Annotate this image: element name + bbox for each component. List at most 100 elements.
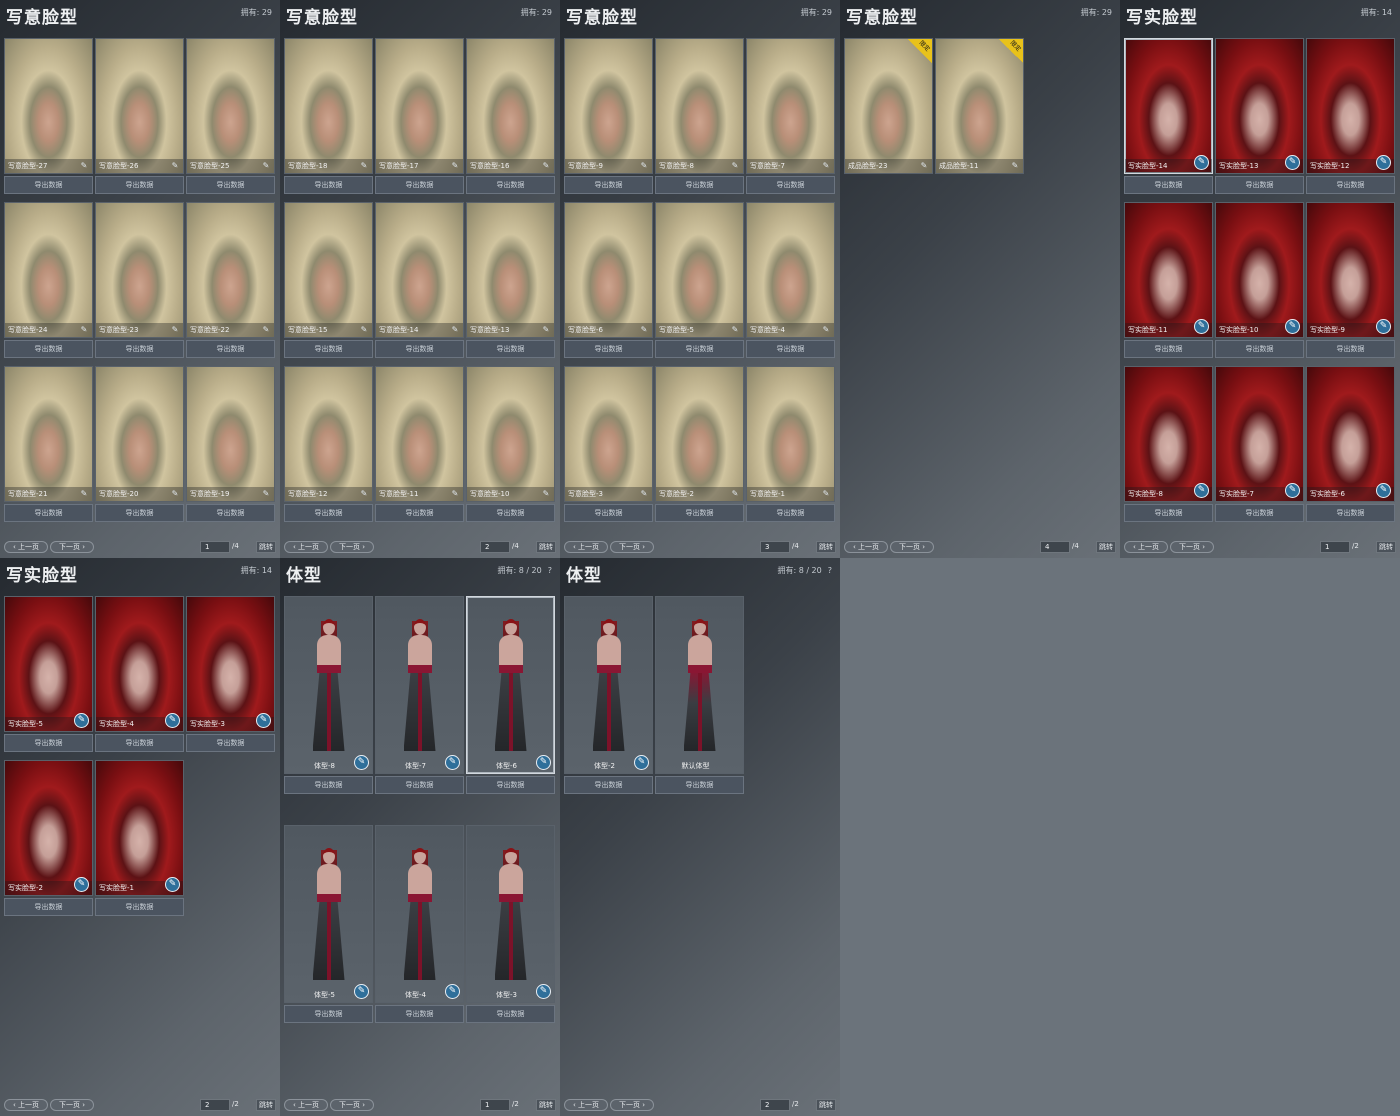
body-card[interactable]: 体型-8 ✎	[284, 596, 373, 774]
pen-icon[interactable]: ✎	[169, 324, 181, 336]
face-card[interactable]: 写意脸型-15 ✎	[284, 202, 373, 338]
pen-icon[interactable]: ✎	[1285, 483, 1300, 498]
export-button[interactable]: 导出数据	[284, 176, 373, 194]
pen-icon[interactable]: ✎	[638, 324, 650, 336]
pen-icon[interactable]: ✎	[1009, 160, 1021, 172]
prev-page-button[interactable]: ‹ 上一页	[284, 1099, 328, 1111]
export-button[interactable]: 导出数据	[1215, 176, 1304, 194]
export-button[interactable]: 导出数据	[4, 176, 93, 194]
face-card[interactable]: 写意脸型-14 ✎	[375, 202, 464, 338]
pen-icon[interactable]: ✎	[260, 324, 272, 336]
export-button[interactable]: 导出数据	[564, 776, 653, 794]
body-card[interactable]: 体型-7 ✎	[375, 596, 464, 774]
next-page-button[interactable]: 下一页 ›	[890, 541, 934, 553]
prev-page-button[interactable]: ‹ 上一页	[1124, 541, 1168, 553]
pen-icon[interactable]: ✎	[729, 160, 741, 172]
face-card[interactable]: 写实脸型-1 ✎	[95, 760, 184, 896]
export-button[interactable]: 导出数据	[186, 734, 275, 752]
pen-icon[interactable]: ✎	[445, 984, 460, 999]
pen-icon[interactable]: ✎	[165, 877, 180, 892]
export-button[interactable]: 导出数据	[284, 1005, 373, 1023]
face-card[interactable]: 写意脸型-22 ✎	[186, 202, 275, 338]
body-card[interactable]: 体型-4 ✎	[375, 825, 464, 1003]
go-button[interactable]: 跳转	[1096, 541, 1116, 553]
page-number-input[interactable]: 2	[200, 1099, 230, 1111]
export-button[interactable]: 导出数据	[466, 1005, 555, 1023]
export-button[interactable]: 导出数据	[95, 340, 184, 358]
export-button[interactable]: 导出数据	[1306, 504, 1395, 522]
export-button[interactable]: 导出数据	[746, 176, 835, 194]
go-button[interactable]: 跳转	[256, 541, 276, 553]
export-button[interactable]: 导出数据	[284, 776, 373, 794]
export-button[interactable]: 导出数据	[466, 340, 555, 358]
export-button[interactable]: 导出数据	[375, 1005, 464, 1023]
pen-icon[interactable]: ✎	[78, 324, 90, 336]
pen-icon[interactable]: ✎	[540, 160, 552, 172]
prev-page-button[interactable]: ‹ 上一页	[844, 541, 888, 553]
face-card[interactable]: 写实脸型-5 ✎	[4, 596, 93, 732]
export-button[interactable]: 导出数据	[95, 898, 184, 916]
face-card[interactable]: 写实脸型-6 ✎	[1306, 366, 1395, 502]
go-button[interactable]: 跳转	[816, 1099, 836, 1111]
pen-icon[interactable]: ✎	[74, 713, 89, 728]
face-card[interactable]: 写实脸型-12 ✎	[1306, 38, 1395, 174]
pen-icon[interactable]: ✎	[820, 324, 832, 336]
prev-page-button[interactable]: ‹ 上一页	[564, 1099, 608, 1111]
pen-icon[interactable]: ✎	[449, 324, 461, 336]
pen-icon[interactable]: ✎	[169, 488, 181, 500]
prev-page-button[interactable]: ‹ 上一页	[564, 541, 608, 553]
face-card[interactable]: 写意脸型-9 ✎	[564, 38, 653, 174]
pen-icon[interactable]: ✎	[260, 160, 272, 172]
page-number-input[interactable]: 2	[760, 1099, 790, 1111]
prev-page-button[interactable]: ‹ 上一页	[284, 541, 328, 553]
next-page-button[interactable]: 下一页 ›	[1170, 541, 1214, 553]
export-button[interactable]: 导出数据	[1215, 504, 1304, 522]
pen-icon[interactable]: ✎	[358, 488, 370, 500]
face-card[interactable]: 写意脸型-13 ✎	[466, 202, 555, 338]
export-button[interactable]: 导出数据	[186, 340, 275, 358]
export-button[interactable]: 导出数据	[655, 776, 744, 794]
face-card[interactable]: 写意脸型-20 ✎	[95, 366, 184, 502]
body-card[interactable]: 体型-6 ✎	[466, 596, 555, 774]
pen-icon[interactable]: ✎	[638, 160, 650, 172]
face-card[interactable]: 写意脸型-10 ✎	[466, 366, 555, 502]
export-button[interactable]: 导出数据	[4, 898, 93, 916]
next-page-button[interactable]: 下一页 ›	[610, 541, 654, 553]
export-button[interactable]: 导出数据	[1124, 504, 1213, 522]
export-button[interactable]: 导出数据	[1215, 340, 1304, 358]
face-card[interactable]: 写意脸型-25 ✎	[186, 38, 275, 174]
pen-icon[interactable]: ✎	[78, 488, 90, 500]
go-button[interactable]: 跳转	[256, 1099, 276, 1111]
pen-icon[interactable]: ✎	[820, 160, 832, 172]
pen-icon[interactable]: ✎	[165, 713, 180, 728]
face-card[interactable]: 写实脸型-4 ✎	[95, 596, 184, 732]
export-button[interactable]: 导出数据	[284, 340, 373, 358]
page-number-input[interactable]: 1	[480, 1099, 510, 1111]
export-button[interactable]: 导出数据	[186, 176, 275, 194]
go-button[interactable]: 跳转	[536, 541, 556, 553]
next-page-button[interactable]: 下一页 ›	[330, 1099, 374, 1111]
export-button[interactable]: 导出数据	[466, 176, 555, 194]
prev-page-button[interactable]: ‹ 上一页	[4, 1099, 48, 1111]
face-card[interactable]: 写意脸型-18 ✎	[284, 38, 373, 174]
pen-icon[interactable]: ✎	[256, 713, 271, 728]
face-card[interactable]: 限定 成品脸型-23 ✎	[844, 38, 933, 174]
next-page-button[interactable]: 下一页 ›	[50, 1099, 94, 1111]
prev-page-button[interactable]: ‹ 上一页	[4, 541, 48, 553]
face-card[interactable]: 写实脸型-13 ✎	[1215, 38, 1304, 174]
face-card[interactable]: 写意脸型-2 ✎	[655, 366, 744, 502]
pen-icon[interactable]: ✎	[354, 755, 369, 770]
export-button[interactable]: 导出数据	[1306, 176, 1395, 194]
go-button[interactable]: 跳转	[816, 541, 836, 553]
next-page-button[interactable]: 下一页 ›	[330, 541, 374, 553]
page-number-input[interactable]: 1	[1320, 541, 1350, 553]
export-button[interactable]: 导出数据	[564, 504, 653, 522]
pen-icon[interactable]: ✎	[78, 160, 90, 172]
face-card[interactable]: 写意脸型-17 ✎	[375, 38, 464, 174]
export-button[interactable]: 导出数据	[95, 176, 184, 194]
next-page-button[interactable]: 下一页 ›	[610, 1099, 654, 1111]
export-button[interactable]: 导出数据	[655, 504, 744, 522]
export-button[interactable]: 导出数据	[746, 504, 835, 522]
face-card[interactable]: 写意脸型-24 ✎	[4, 202, 93, 338]
pen-icon[interactable]: ✎	[1376, 155, 1391, 170]
